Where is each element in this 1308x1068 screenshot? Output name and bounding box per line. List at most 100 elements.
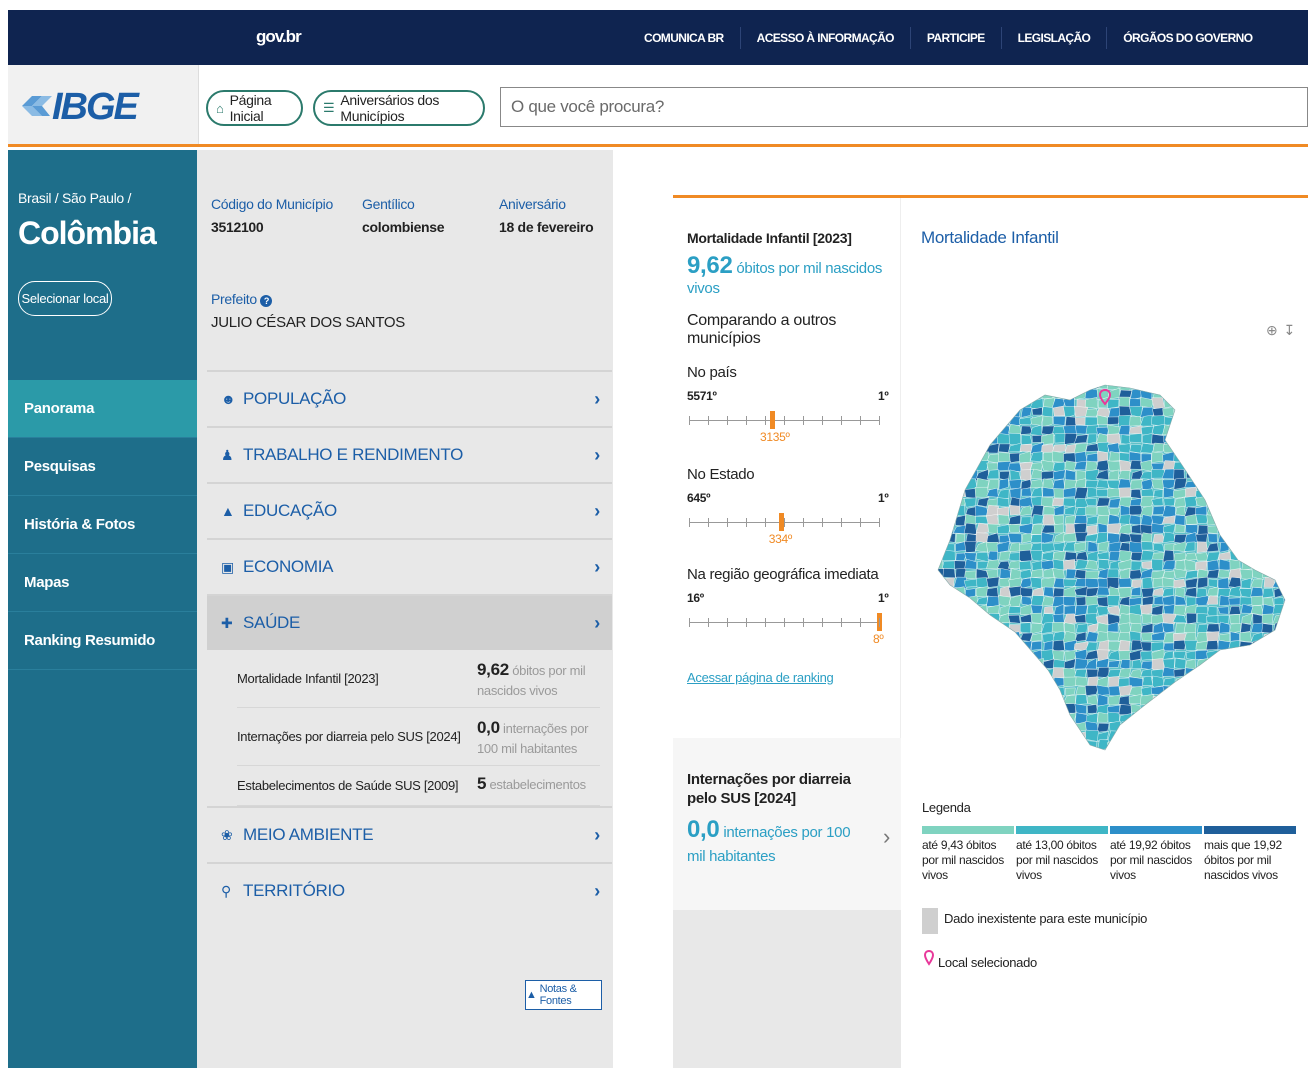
sidebar-item-mapas[interactable]: Mapas — [8, 554, 197, 612]
municipality-cell — [1239, 641, 1253, 650]
municipality-cell — [1020, 676, 1032, 688]
sidebar-item-ranking[interactable]: Ranking Resumido — [8, 612, 197, 670]
govbr-link-comunica[interactable]: COMUNICA BR — [628, 26, 741, 49]
breadcrumb[interactable]: Brasil / São Paulo / — [18, 190, 131, 206]
topic-economia[interactable]: ▣ ECONOMIA › — [207, 538, 612, 594]
municipality-cell — [922, 427, 933, 434]
municipality-cell — [1273, 649, 1285, 659]
municipality-cell — [954, 677, 968, 689]
state-map[interactable] — [920, 370, 1300, 770]
municipality-cell — [923, 678, 934, 685]
money-icon: ▣ — [221, 558, 234, 575]
municipality-cell — [1042, 705, 1056, 714]
zoom-icon[interactable]: ⊕ — [1266, 322, 1278, 339]
municipality-cell — [1174, 424, 1188, 435]
saude-row[interactable]: Internações por diarreia pelo SUS [2024]… — [237, 708, 600, 766]
chevron-right-icon[interactable]: › — [883, 824, 890, 850]
municipality-cell — [921, 604, 934, 614]
municipality-cell — [1295, 748, 1300, 759]
municipality-cell — [1107, 442, 1121, 454]
municipality-cell — [1283, 722, 1285, 733]
sidebar-item-pesquisas[interactable]: Pesquisas — [8, 438, 197, 496]
govbr-link-acesso[interactable]: ACESSO À INFORMAÇÃO — [741, 26, 911, 49]
topic-trabalho[interactable]: ♟ TRABALHO E RENDIMENTO › — [207, 426, 612, 482]
gentilico-value: colombiense — [362, 219, 445, 235]
municipality-cell — [932, 758, 945, 768]
search-input[interactable]: O que você procura? — [500, 87, 1308, 127]
sidebar-item-panorama[interactable]: Panorama — [8, 380, 197, 438]
municipality-cell — [1085, 570, 1099, 580]
municipality-cell — [1184, 416, 1198, 427]
topic-populacao[interactable]: ☻ POPULAÇÃO › — [207, 370, 612, 426]
municipality-cell — [1040, 385, 1055, 391]
municipality-cell — [1041, 686, 1055, 696]
municipality-cell — [965, 451, 978, 464]
municipality-cell — [1140, 514, 1154, 526]
municipality-cell — [1021, 759, 1032, 769]
sidebar-item-historia[interactable]: História & Fotos — [8, 496, 197, 554]
ranking-max: 1º — [878, 389, 889, 403]
municipality-cell — [1250, 704, 1264, 715]
municipality-cell — [1184, 385, 1196, 390]
municipality-cell — [921, 769, 933, 770]
card-filler — [673, 910, 901, 1068]
municipality-cell — [1129, 721, 1143, 732]
topic-territorio[interactable]: ⚲ TERRITÓRIO › — [207, 862, 612, 918]
municipality-cell — [1282, 551, 1285, 561]
download-icon[interactable]: ↧ — [1283, 322, 1295, 339]
municipality-cell — [1062, 703, 1076, 714]
municipality-cell — [964, 488, 977, 499]
municipality-cell — [1020, 739, 1033, 750]
municipality-cell — [1085, 370, 1098, 380]
municipality-cell — [922, 499, 932, 507]
municipality-cell — [921, 434, 934, 445]
municipality-cell — [953, 748, 967, 750]
municipality-cell — [1295, 622, 1300, 632]
govbr-link-participe[interactable]: PARTICIPE — [911, 26, 1002, 49]
municipality-cell — [996, 685, 1012, 695]
second-stat-card[interactable]: Internações por diarreia pelo SUS [2024]… — [673, 738, 901, 910]
anniversaries-button[interactable]: ☰ Aniversários dos Municípios — [313, 90, 485, 126]
municipality-cell — [966, 747, 977, 750]
municipality-cell — [1119, 751, 1130, 759]
municipality-cell — [1228, 373, 1241, 380]
saude-row[interactable]: Estabelecimentos de Saúde SUS [2009] 5 e… — [237, 766, 600, 806]
municipality-cell — [1165, 371, 1174, 381]
saude-row-value: 9,62 óbitos por mil nascidos vivos — [477, 660, 612, 701]
municipality-cell — [1241, 769, 1252, 770]
notes-sources-button[interactable]: ▲ Notas & Fontes — [525, 980, 602, 1010]
topic-saude[interactable]: ✚ SAÚDE › — [207, 594, 612, 650]
topic-meio-ambiente[interactable]: ❀ MEIO AMBIENTE › — [207, 806, 612, 862]
ranking-tick — [803, 618, 804, 627]
municipality-cell — [1129, 433, 1143, 443]
topic-educacao[interactable]: ▲ EDUCAÇÃO › — [207, 482, 612, 538]
municipality-cell — [1217, 470, 1229, 481]
municipality-cell — [1052, 385, 1066, 391]
municipality-cell — [1273, 740, 1285, 750]
municipality-cell — [1021, 487, 1032, 497]
municipality-cell — [1250, 406, 1264, 417]
municipality-cell — [1217, 497, 1230, 507]
ranking-page-link[interactable]: Acessar página de ranking — [687, 670, 834, 685]
ibge-logo[interactable]: IBGE — [8, 65, 198, 144]
municipality-cell — [1240, 396, 1254, 408]
municipality-cell — [1152, 552, 1165, 561]
municipality-cell — [996, 658, 1010, 670]
help-icon[interactable]: ? — [260, 295, 273, 307]
municipality-cell — [965, 434, 978, 444]
govbr-link-legislacao[interactable]: LEGISLAÇÃO — [1002, 26, 1108, 49]
municipality-cell — [921, 587, 932, 598]
municipality-cell — [976, 758, 987, 769]
municipality-cell — [1197, 758, 1207, 768]
home-button[interactable]: ⌂ Página Inicial — [206, 90, 303, 126]
municipality-cell — [954, 372, 966, 381]
municipality-cell — [1249, 443, 1265, 454]
govbr-logo[interactable]: gov.br — [256, 27, 302, 47]
ranking-tick — [727, 518, 728, 527]
govbr-link-orgaos[interactable]: ÓRGÃOS DO GOVERNO — [1107, 27, 1268, 49]
saude-row[interactable]: Mortalidade Infantil [2023] 9,62 óbitos … — [237, 650, 600, 708]
select-location-button[interactable]: Selecionar local — [18, 281, 112, 316]
saude-row-label: Estabelecimentos de Saúde SUS [2009] — [237, 778, 459, 793]
municipality-cell — [975, 649, 989, 661]
municipality-cell — [938, 433, 944, 444]
